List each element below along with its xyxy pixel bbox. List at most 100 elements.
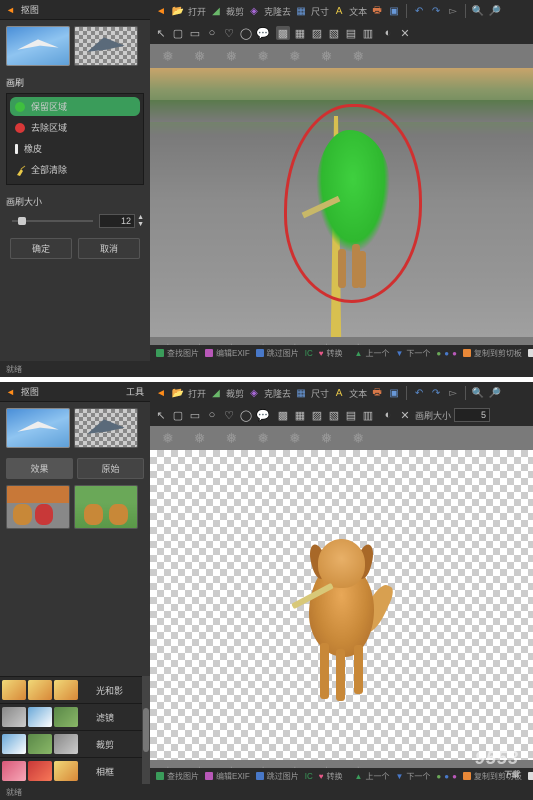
clone-icon[interactable]: ◈	[247, 4, 261, 18]
open-icon[interactable]: 📂	[171, 4, 185, 18]
thumb-cutout[interactable]	[74, 408, 138, 448]
sb-batch[interactable]: 跳过图片	[256, 348, 299, 359]
zoom-out-icon[interactable]: 🔎	[488, 386, 502, 400]
effect-crop[interactable]: 裁剪	[0, 730, 150, 757]
canvas-image[interactable]	[150, 68, 533, 337]
arrow-icon[interactable]: ▻	[446, 4, 460, 18]
size-slider[interactable]	[12, 220, 93, 222]
lasso-icon[interactable]: ◯	[239, 26, 253, 40]
redo-icon[interactable]: ↷	[429, 386, 443, 400]
border4-icon[interactable]: ▧	[327, 408, 341, 422]
print-icon[interactable]: 🖶	[370, 4, 384, 18]
brush-clear[interactable]: 全部清除	[10, 160, 140, 179]
thumb-original[interactable]	[6, 408, 70, 448]
border6-icon[interactable]: ▥	[361, 408, 375, 422]
zoom-out-icon[interactable]: 🔎	[488, 4, 502, 18]
border3-icon[interactable]: ▨	[310, 26, 324, 40]
roundrect-icon[interactable]: ▭	[188, 408, 202, 422]
size-value[interactable]: 12	[99, 214, 135, 228]
sb-ic[interactable]: IC	[305, 772, 313, 781]
clone-icon[interactable]: ◈	[247, 386, 261, 400]
draw-icon[interactable]: ▦	[294, 386, 308, 400]
sb-edit[interactable]: 编辑EXIF	[205, 348, 250, 359]
sb-copy[interactable]: 复制到剪切板	[463, 348, 522, 359]
border6-icon[interactable]: ▥	[361, 26, 375, 40]
sb-dots[interactable]: ●●●	[436, 772, 457, 781]
rect-icon[interactable]: ▢	[171, 26, 185, 40]
border1-icon[interactable]: ▩	[276, 26, 290, 40]
sb-wall[interactable]: 电子邮件	[528, 771, 533, 782]
lasso-icon[interactable]: ◯	[239, 408, 253, 422]
text-label[interactable]: 文本	[349, 387, 367, 400]
spinner-icon[interactable]: ▲▼	[137, 214, 144, 228]
heart-icon[interactable]: ♡	[222, 408, 236, 422]
zoom-in-icon[interactable]: 🔍	[471, 4, 485, 18]
sb-turn[interactable]: ♥转换	[319, 348, 343, 359]
crop-label[interactable]: 裁剪	[226, 387, 244, 400]
brush-keep[interactable]: 保留区域	[10, 97, 140, 116]
slider-thumb[interactable]	[18, 217, 26, 225]
sb-dots[interactable]: ●●●	[436, 349, 457, 358]
sb-ic[interactable]: IC	[305, 349, 313, 358]
border2-icon[interactable]: ▦	[293, 408, 307, 422]
open-label[interactable]: 打开	[188, 5, 206, 18]
roundrect-icon[interactable]: ▭	[188, 26, 202, 40]
back-icon[interactable]: ◄	[6, 387, 15, 397]
circle-icon[interactable]: ○	[205, 408, 219, 422]
back-icon[interactable]: ◄	[6, 5, 15, 15]
crop-icon[interactable]: ◢	[209, 386, 223, 400]
border4-icon[interactable]: ▧	[327, 26, 341, 40]
sb-find[interactable]: 查找图片	[156, 348, 199, 359]
crop-label[interactable]: 裁剪	[226, 5, 244, 18]
delete-icon[interactable]: ✕	[398, 408, 412, 422]
preset-1[interactable]	[6, 485, 70, 529]
speech-icon[interactable]: 💬	[256, 26, 270, 40]
speech-icon[interactable]: 💬	[256, 408, 270, 422]
draw-label[interactable]: 尺寸	[311, 5, 329, 18]
thumb-original[interactable]	[6, 26, 70, 66]
sb-edit[interactable]: 编辑EXIF	[205, 771, 250, 782]
sb-turn[interactable]: ♥转换	[319, 771, 343, 782]
brush-eraser[interactable]: 橡皮	[10, 139, 140, 158]
text-label[interactable]: 文本	[349, 5, 367, 18]
print-icon[interactable]: 🖶	[370, 386, 384, 400]
preset-2[interactable]	[74, 485, 138, 529]
clone-label[interactable]: 克隆去	[264, 5, 291, 18]
effect-light[interactable]: 光和影	[0, 676, 150, 703]
open-icon[interactable]: 📂	[171, 386, 185, 400]
canvas-cutout[interactable]	[150, 450, 533, 760]
border2-icon[interactable]: ▦	[293, 26, 307, 40]
tab-effects[interactable]: 效果	[6, 458, 73, 479]
effect-filter[interactable]: 滤镜	[0, 703, 150, 730]
draw-label[interactable]: 尺寸	[311, 387, 329, 400]
border5-icon[interactable]: ▤	[344, 26, 358, 40]
zoom-in-icon[interactable]: 🔍	[471, 386, 485, 400]
border5-icon[interactable]: ▤	[344, 408, 358, 422]
opacity-icon[interactable]: ◐	[381, 26, 395, 40]
layer-icon[interactable]: ▣	[387, 386, 401, 400]
sb-wall[interactable]: 电子邮件	[528, 348, 533, 359]
delete-icon[interactable]: ✕	[398, 26, 412, 40]
undo-icon[interactable]: ↶	[412, 4, 426, 18]
pointer-icon[interactable]: ↖	[154, 408, 168, 422]
brush-remove[interactable]: 去除区域	[10, 118, 140, 137]
text-icon[interactable]: A	[332, 4, 346, 18]
opacity-icon[interactable]: ◐	[381, 408, 395, 422]
undo-icon[interactable]: ↶	[412, 386, 426, 400]
back-icon[interactable]: ◄	[154, 4, 168, 18]
crop-icon[interactable]: ◢	[209, 4, 223, 18]
sb-find[interactable]: 查找图片	[156, 771, 199, 782]
open-label[interactable]: 打开	[188, 387, 206, 400]
tab-original[interactable]: 原始	[77, 458, 144, 479]
clone-label[interactable]: 克隆去	[264, 387, 291, 400]
ok-button[interactable]: 确定	[10, 238, 72, 259]
redo-icon[interactable]: ↷	[429, 4, 443, 18]
arrow-icon[interactable]: ▻	[446, 386, 460, 400]
cancel-button[interactable]: 取消	[78, 238, 140, 259]
border1-icon[interactable]: ▩	[276, 408, 290, 422]
thumb-cutout[interactable]	[74, 26, 138, 66]
brush-size-value[interactable]: 5	[454, 408, 490, 422]
layer-icon[interactable]: ▣	[387, 4, 401, 18]
rect-icon[interactable]: ▢	[171, 408, 185, 422]
sb-prev[interactable]: ▲上一个	[355, 348, 390, 359]
